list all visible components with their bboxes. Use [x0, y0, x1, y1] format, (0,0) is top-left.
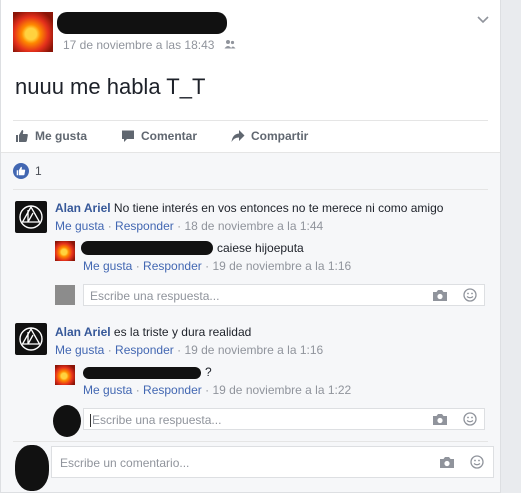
share-label: Compartir — [251, 129, 309, 143]
like-button[interactable]: Me gusta — [15, 129, 87, 143]
commenter-avatar[interactable] — [15, 201, 47, 233]
post-card: 17 de noviembre a las 18:43 nuuu me habl… — [0, 0, 501, 493]
comment-text: No tiene interés en vos entonces no te m… — [113, 201, 444, 215]
redacted-current-user-avatar — [53, 405, 81, 437]
reply-placeholder: Escribe una respuesta... — [92, 413, 222, 427]
reply-placeholder: Escribe una respuesta... — [90, 289, 220, 303]
author-avatar[interactable] — [13, 12, 53, 52]
reply-meta: Me gusta · Responder · 19 de noviembre a… — [83, 383, 351, 397]
reply-meta: Me gusta · Responder · 19 de noviembre a… — [83, 259, 351, 273]
redacted-reply-author — [83, 367, 201, 379]
reply-input-icons — [432, 412, 478, 426]
linkin-park-logo-icon — [19, 205, 43, 229]
comment-time[interactable]: 19 de noviembre a la 1:16 — [184, 343, 323, 357]
comment-meta: Me gusta · Responder · 19 de noviembre a… — [55, 343, 323, 357]
comment-placeholder: Escribe un comentario... — [60, 456, 190, 470]
redacted-author-name — [57, 12, 227, 34]
friends-icon[interactable] — [224, 39, 236, 52]
redacted-reply-author — [81, 241, 213, 255]
emoji-icon[interactable] — [462, 412, 478, 426]
current-user-avatar — [55, 285, 75, 305]
reply-reply-link[interactable]: Responder — [143, 259, 202, 273]
comment-author[interactable]: Alan Ariel — [55, 325, 111, 339]
linkin-park-logo-icon — [19, 327, 43, 351]
separator: · — [205, 383, 210, 397]
post-text: nuuu me habla T_T — [15, 74, 206, 99]
emoji-icon[interactable] — [462, 288, 478, 302]
reply-text: ? — [205, 365, 212, 379]
reply-time[interactable]: 19 de noviembre a la 1:16 — [212, 259, 351, 273]
comment-reply-link[interactable]: Responder — [115, 219, 174, 233]
reply-avatar[interactable] — [55, 241, 75, 261]
comment-input[interactable]: Escribe un comentario... — [51, 446, 494, 478]
comment-time[interactable]: 18 de noviembre a la 1:44 — [184, 219, 323, 233]
camera-icon[interactable] — [432, 412, 448, 426]
comment-label: Comentar — [141, 129, 198, 143]
reply-text: caiese hijoeputa — [217, 241, 304, 255]
comment-text: es la triste y dura realidad — [113, 325, 252, 339]
separator: · — [107, 219, 112, 233]
reply-time[interactable]: 19 de noviembre a la 1:22 — [212, 383, 351, 397]
emoji-icon[interactable] — [469, 455, 485, 469]
post-timestamp[interactable]: 17 de noviembre a las 18:43 — [63, 38, 214, 52]
text-caret — [90, 414, 91, 428]
separator: · — [107, 343, 112, 357]
comment-like-link[interactable]: Me gusta — [55, 219, 104, 233]
reply-body: caiese hijoeputa — [217, 241, 304, 255]
redacted-current-user-avatar — [15, 445, 49, 491]
thumbs-up-icon — [16, 130, 28, 142]
post-timestamp-row: 17 de noviembre a las 18:43 — [63, 38, 236, 52]
reply-input-icons — [432, 288, 478, 302]
likes-summary[interactable]: 1 — [13, 163, 42, 179]
like-reaction-icon — [13, 163, 29, 179]
camera-icon[interactable] — [432, 288, 448, 302]
separator: · — [135, 259, 140, 273]
share-button[interactable]: Compartir — [231, 129, 308, 143]
separator: · — [205, 259, 210, 273]
divider — [13, 189, 488, 190]
reply-like-link[interactable]: Me gusta — [83, 259, 132, 273]
commenter-avatar[interactable] — [15, 323, 47, 355]
comment-body: Alan Ariel es la triste y dura realidad — [55, 325, 251, 339]
like-label: Me gusta — [35, 129, 88, 143]
likes-count: 1 — [35, 164, 42, 178]
separator: · — [135, 383, 140, 397]
comments-section: 1 Alan Ariel No tiene interés en vos ent… — [1, 152, 500, 492]
post-actions-bar: Me gusta Comentar Compartir — [13, 120, 488, 152]
reply-avatar[interactable] — [55, 365, 75, 385]
comment-input-icons — [439, 455, 485, 469]
reply-like-link[interactable]: Me gusta — [83, 383, 132, 397]
reply-body: ? — [205, 365, 212, 379]
separator: · — [177, 219, 182, 233]
divider — [13, 441, 488, 442]
chevron-down-icon[interactable] — [476, 12, 490, 26]
comment-body: Alan Ariel No tiene interés en vos enton… — [55, 201, 443, 215]
comment-like-link[interactable]: Me gusta — [55, 343, 104, 357]
share-icon — [231, 130, 245, 142]
camera-icon[interactable] — [439, 455, 455, 469]
comment-icon — [122, 130, 134, 142]
separator: · — [177, 343, 182, 357]
comment-reply-link[interactable]: Responder — [115, 343, 174, 357]
comment-meta: Me gusta · Responder · 18 de noviembre a… — [55, 219, 323, 233]
comment-author[interactable]: Alan Ariel — [55, 201, 111, 215]
comment-button[interactable]: Comentar — [121, 129, 197, 143]
reply-reply-link[interactable]: Responder — [143, 383, 202, 397]
reply-input[interactable]: Escribe una respuesta... — [83, 284, 485, 306]
reply-input[interactable]: Escribe una respuesta... — [83, 408, 485, 430]
